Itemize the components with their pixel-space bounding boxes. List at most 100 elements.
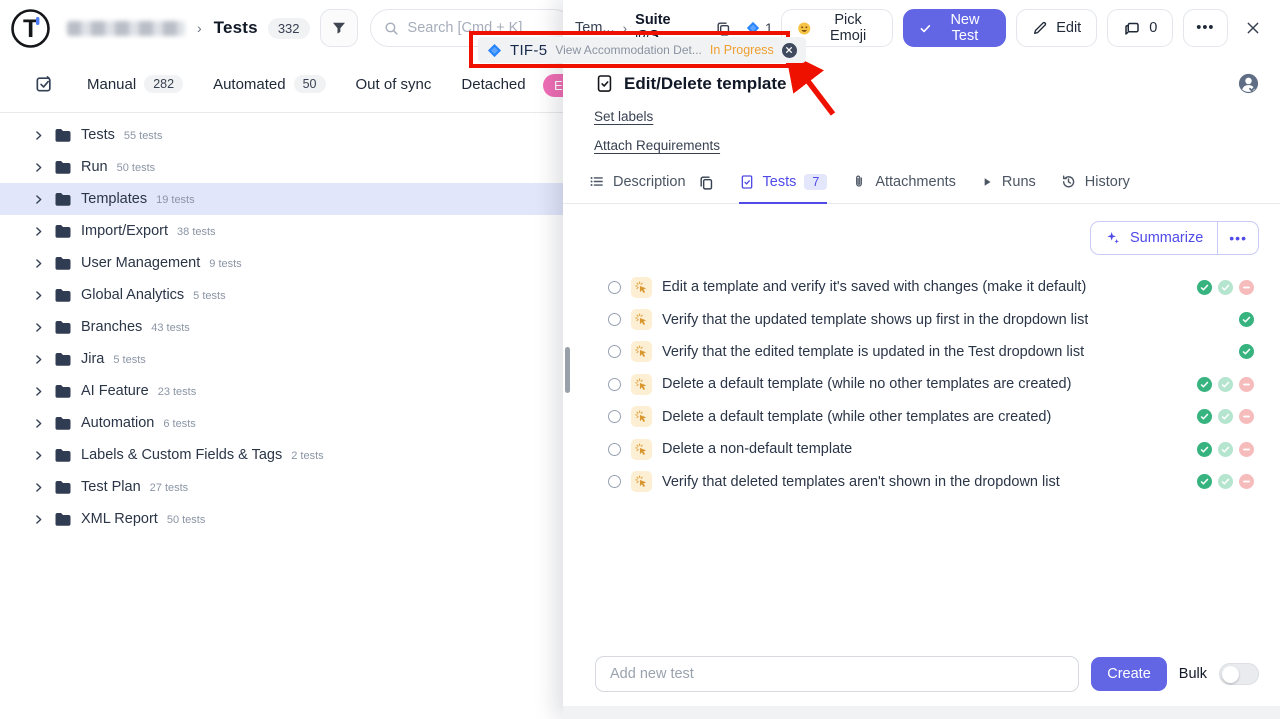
test-title: Verify that the updated template shows u… <box>662 312 1088 328</box>
tab-description[interactable]: Description <box>588 173 686 204</box>
jira-issue-chip[interactable]: TIF-5 View Accommodation Det... In Progr… <box>478 37 806 63</box>
test-radio[interactable] <box>608 410 621 423</box>
drawer-footer-strip <box>563 706 1280 719</box>
status-fail-faded-icon <box>1239 474 1254 489</box>
set-labels-link[interactable]: Set labels <box>594 109 653 124</box>
click-template-icon <box>631 277 652 298</box>
folder-test-count: 23 tests <box>158 386 197 398</box>
add-test-row: Create Bulk <box>595 656 1259 692</box>
click-template-icon <box>631 309 652 330</box>
select-all-icon <box>34 74 54 94</box>
jira-issue-key[interactable]: TIF-5 <box>510 42 547 59</box>
tab-label: History <box>1085 174 1130 190</box>
chevron-right-icon <box>32 193 45 206</box>
drawer-title: Edit/Delete template <box>624 74 787 94</box>
bulk-toggle[interactable] <box>1219 663 1259 685</box>
chevron-right-icon <box>32 449 45 462</box>
assignee-avatar[interactable] <box>1237 72 1260 95</box>
test-title: Edit a template and verify it's saved wi… <box>662 279 1086 295</box>
test-row[interactable]: Delete a default template (while other t… <box>563 401 1280 433</box>
summarize-button[interactable]: Summarize <box>1091 222 1217 254</box>
search-input[interactable] <box>408 20 548 36</box>
test-radio[interactable] <box>608 378 621 391</box>
folder-icon <box>54 479 72 495</box>
tab-tests[interactable]: Tests 7 <box>739 174 828 204</box>
test-radio[interactable] <box>608 313 621 326</box>
test-radio[interactable] <box>608 443 621 456</box>
folder-test-count: 5 tests <box>113 354 145 366</box>
toggle-knob <box>1222 666 1239 683</box>
comments-button[interactable]: 0 <box>1107 9 1173 47</box>
test-status-group <box>1197 377 1254 392</box>
chevron-right-icon <box>32 257 45 270</box>
linked-jira-indicator[interactable]: 1 <box>746 20 773 36</box>
breadcrumb-item[interactable]: Tem... <box>575 20 614 36</box>
folder-name: Tests <box>81 127 115 143</box>
breadcrumb-separator: › <box>195 20 204 36</box>
test-title: Verify that deleted templates aren't sho… <box>662 474 1060 490</box>
close-drawer-button[interactable] <box>1242 15 1265 41</box>
chevron-right-icon <box>32 321 45 334</box>
scrollbar-thumb[interactable] <box>565 347 570 393</box>
create-button[interactable]: Create <box>1091 657 1167 691</box>
folder-name: Templates <box>81 191 147 207</box>
folder-icon <box>54 447 72 463</box>
edit-button[interactable]: Edit <box>1016 9 1097 47</box>
test-row[interactable]: Edit a template and verify it's saved wi… <box>563 271 1280 303</box>
new-test-button[interactable]: New Test <box>903 9 1006 47</box>
attach-requirements-link[interactable]: Attach Requirements <box>594 138 720 153</box>
filter-tab-label: Out of sync <box>356 76 432 93</box>
chevron-right-icon <box>32 481 45 494</box>
filter-tab-label: Manual <box>87 76 136 93</box>
tab-attachments[interactable]: Attachments <box>851 174 956 204</box>
test-row[interactable]: Delete a default template (while no othe… <box>563 368 1280 400</box>
filter-tab[interactable]: Out of sync <box>356 76 432 93</box>
folder-name: Automation <box>81 415 154 431</box>
folder-name: XML Report <box>81 511 158 527</box>
copy-description-button[interactable] <box>698 174 715 203</box>
test-title: Delete a default template (while no othe… <box>662 376 1071 392</box>
test-row[interactable]: Verify that deleted templates aren't sho… <box>563 465 1280 497</box>
filter-tab[interactable]: Automated 50 <box>213 75 325 93</box>
test-row[interactable]: Delete a non-default template <box>563 433 1280 465</box>
folder-icon <box>54 511 72 527</box>
ellipsis-icon: ••• <box>1229 230 1247 246</box>
select-all-button[interactable] <box>31 71 57 97</box>
summarize-row: Summarize ••• <box>563 204 1280 255</box>
chevron-right-icon <box>32 417 45 430</box>
status-pass-icon <box>1239 312 1254 327</box>
pick-emoji-label: Pick Emoji <box>819 12 877 44</box>
chevron-right-icon <box>32 225 45 238</box>
search-icon <box>383 20 400 37</box>
folder-name: Test Plan <box>81 479 141 495</box>
summarize-more-button[interactable]: ••• <box>1217 222 1258 254</box>
folder-icon <box>54 159 72 175</box>
test-row[interactable]: Verify that the edited template is updat… <box>563 336 1280 368</box>
status-pass-icon <box>1197 442 1212 457</box>
project-name-blurred[interactable] <box>67 21 185 36</box>
status-blank-icon <box>1218 312 1233 327</box>
tab-history[interactable]: History <box>1060 173 1130 204</box>
filter-button[interactable] <box>320 9 358 47</box>
tab-runs[interactable]: Runs <box>980 174 1036 204</box>
status-pass-icon <box>1239 344 1254 359</box>
more-actions-button[interactable]: ••• <box>1183 9 1227 47</box>
test-radio[interactable] <box>608 475 621 488</box>
jira-issue-summary: View Accommodation Det... <box>555 43 702 57</box>
sparkles-icon <box>1105 230 1121 246</box>
app-logo-icon[interactable]: T <box>10 8 51 49</box>
chevron-right-icon <box>32 513 45 526</box>
folder-test-count: 6 tests <box>163 418 195 430</box>
filter-tab[interactable]: Detached <box>461 76 525 93</box>
test-radio[interactable] <box>608 281 621 294</box>
test-row[interactable]: Verify that the updated template shows u… <box>563 303 1280 335</box>
folder-icon <box>54 223 72 239</box>
test-radio[interactable] <box>608 345 621 358</box>
folder-icon <box>54 255 72 271</box>
click-template-icon <box>631 439 652 460</box>
add-test-input[interactable] <box>595 656 1079 692</box>
unlink-jira-button[interactable] <box>782 43 797 58</box>
filter-tab[interactable]: Manual 282 <box>87 75 183 93</box>
test-status-group <box>1197 280 1254 295</box>
template-doc-icon <box>595 74 614 93</box>
